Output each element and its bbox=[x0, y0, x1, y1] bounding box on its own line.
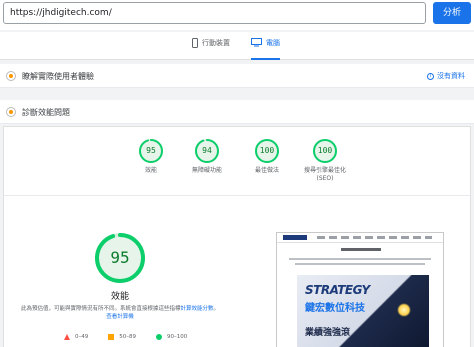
legend-item-average: 50–89 bbox=[108, 334, 136, 340]
preview-text-line bbox=[289, 258, 431, 260]
score-label: 最佳做法 bbox=[254, 167, 279, 174]
diagnose-icon bbox=[6, 107, 16, 117]
legend-item-fail: 0–49 bbox=[64, 334, 88, 340]
legend-item-pass: 90–100 bbox=[156, 334, 187, 340]
device-tabs: 行動裝置 電腦 bbox=[0, 32, 474, 60]
big-score-label: 效能 bbox=[110, 292, 129, 302]
phone-icon bbox=[192, 38, 198, 48]
preview-logo bbox=[283, 235, 307, 240]
score-label: 搜尋引擎最佳化 (SEO) bbox=[303, 167, 346, 182]
score-gauge-seo[interactable]: 100 搜尋引擎最佳化 (SEO) bbox=[295, 139, 355, 183]
score-value: 100 bbox=[259, 146, 275, 155]
estimate-note: 此為預估值，可能與實際情況有所不同。系統會直接根據這些指標計算效能分數。查看計算… bbox=[20, 306, 220, 320]
gauge-ring: 95 bbox=[139, 139, 163, 163]
real-user-title: 瞭解實際使用者體驗 bbox=[22, 72, 94, 81]
score-gauge-accessibility[interactable]: 94 無障礙功能 bbox=[177, 139, 237, 175]
hero-subheading: 鍵宏數位科技 bbox=[305, 303, 365, 314]
preview-title bbox=[341, 248, 381, 251]
preview-header bbox=[277, 233, 443, 243]
preview-text-line bbox=[295, 263, 425, 265]
tab-desktop-label: 電腦 bbox=[266, 39, 280, 47]
circle-icon bbox=[156, 334, 162, 340]
score-label: 效能 bbox=[144, 167, 157, 174]
score-gauge-best-practices[interactable]: 100 最佳做法 bbox=[237, 139, 297, 175]
hero-heading: STRATEGY bbox=[305, 283, 370, 297]
score-legend: 0–49 50–89 90–100 bbox=[64, 334, 187, 340]
info-icon: i bbox=[427, 72, 434, 80]
page-screenshot-preview: STRATEGY 鍵宏數位科技 業績強強滾 bbox=[276, 232, 444, 347]
url-bar: 分析 bbox=[0, 0, 474, 30]
calculate-score-link[interactable]: 計算效能分數 bbox=[180, 306, 213, 312]
no-data-link[interactable]: i 沒有資料 bbox=[427, 71, 465, 81]
score-value: 95 bbox=[146, 146, 156, 155]
score-value: 94 bbox=[202, 146, 212, 155]
preview-hero: STRATEGY 鍵宏數位科技 業績強強滾 bbox=[297, 275, 429, 347]
gauge-ring: 100 bbox=[255, 139, 279, 163]
score-gauge-performance[interactable]: 95 效能 bbox=[121, 139, 181, 175]
url-input[interactable] bbox=[3, 2, 426, 24]
gauge-ring: 100 bbox=[313, 139, 337, 163]
user-experience-icon bbox=[6, 71, 16, 81]
analyze-button[interactable]: 分析 bbox=[433, 2, 471, 24]
tab-mobile-label: 行動裝置 bbox=[202, 39, 230, 47]
score-label: 無障礙功能 bbox=[191, 167, 222, 174]
score-value: 100 bbox=[317, 146, 333, 155]
lightbulb-icon bbox=[397, 303, 411, 317]
divider bbox=[4, 195, 470, 196]
diagnose-title: 診斷效能問題 bbox=[22, 108, 70, 117]
diagnose-section: 診斷效能問題 bbox=[0, 100, 474, 124]
triangle-icon bbox=[64, 334, 70, 340]
real-user-section[interactable]: 瞭解實際使用者體驗 i 沒有資料 bbox=[0, 64, 474, 88]
performance-big-gauge: 95 bbox=[95, 233, 145, 283]
no-data-label: 沒有資料 bbox=[437, 72, 465, 80]
square-icon bbox=[108, 334, 115, 340]
preview-nav bbox=[317, 236, 432, 239]
big-score-value: 95 bbox=[110, 248, 130, 267]
tab-desktop[interactable]: 電腦 bbox=[251, 38, 280, 60]
view-calculator-link[interactable]: 查看計算機 bbox=[106, 314, 134, 320]
report-panel: 95 效能 94 無障礙功能 100 最佳做法 100 搜尋引擎最佳化 (SEO)… bbox=[3, 126, 471, 347]
hero-tagline: 業績強強滾 bbox=[305, 328, 351, 338]
gauge-ring: 94 bbox=[195, 139, 219, 163]
monitor-icon bbox=[251, 38, 262, 47]
tab-mobile[interactable]: 行動裝置 bbox=[192, 38, 230, 60]
